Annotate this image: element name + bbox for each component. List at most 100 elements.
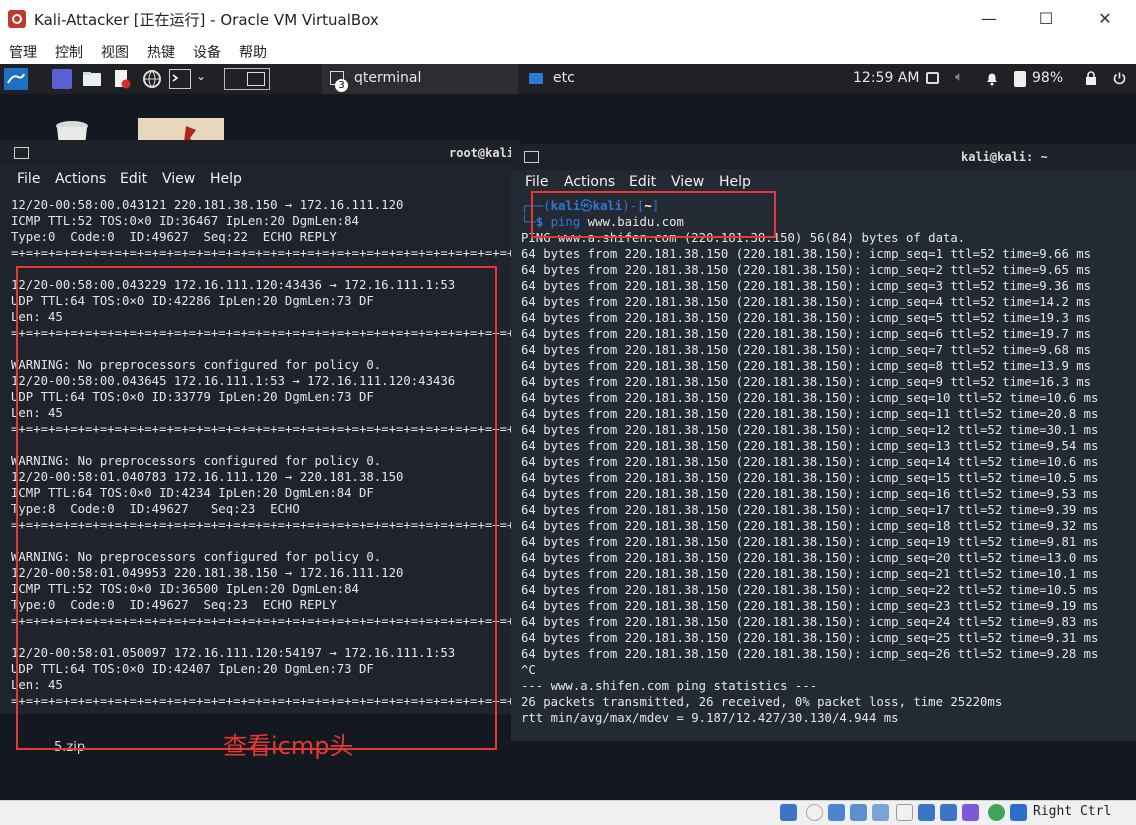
workspace-switcher[interactable] <box>224 68 270 90</box>
browser-icon[interactable] <box>142 69 162 89</box>
battery-percent: 98% <box>1032 70 1064 86</box>
mouse-integration-icon[interactable] <box>1010 804 1027 821</box>
menu-devices[interactable]: 设备 <box>193 42 221 62</box>
power-icon[interactable] <box>1112 71 1127 90</box>
ping-reply: 64 bytes from 220.181.38.150 (220.181.38… <box>521 535 1099 549</box>
kali-menu-icon[interactable] <box>4 68 28 90</box>
shared-folder-icon[interactable] <box>896 804 913 821</box>
minimize-button[interactable]: — <box>966 8 1012 30</box>
recording-icon[interactable] <box>940 804 957 821</box>
menu-manage[interactable]: 管理 <box>9 42 37 62</box>
output-line: ICMP TTL:52 TOS:0×0 ID:36467 IpLen:20 Dg… <box>11 214 359 228</box>
terminal-window-root: root@kali: File Actions Edit View Help 1… <box>0 140 521 750</box>
menu-view[interactable]: 视图 <box>101 42 129 62</box>
stats-rtt: rtt min/avg/max/mdev = 9.187/12.427/30.1… <box>521 711 899 725</box>
menu-edit[interactable]: Edit <box>629 174 656 190</box>
menu-control[interactable]: 控制 <box>55 42 83 62</box>
stats-header: --- www.a.shifen.com ping statistics --- <box>521 679 818 693</box>
terminal-title: kali@kali: ~ <box>961 150 1048 164</box>
usb-icon[interactable] <box>872 804 889 821</box>
network-icon[interactable] <box>850 804 867 821</box>
terminal-icon <box>14 147 29 159</box>
terminal-titlebar: root@kali: <box>0 140 521 166</box>
ping-reply: 64 bytes from 220.181.38.150 (220.181.38… <box>521 407 1099 421</box>
ping-reply: 64 bytes from 220.181.38.150 (220.181.38… <box>521 487 1099 501</box>
close-button[interactable]: ✕ <box>1082 8 1128 30</box>
stats-packets: 26 packets transmitted, 26 received, 0% … <box>521 695 1003 709</box>
menu-help[interactable]: Help <box>719 174 751 190</box>
cpu-icon[interactable] <box>962 804 979 821</box>
menu-help[interactable]: Help <box>210 171 242 187</box>
interrupt-line: ^C <box>521 663 536 677</box>
audio-icon[interactable] <box>828 804 845 821</box>
terminal-icon <box>524 151 539 163</box>
vbox-titlebar: Kali-Attacker [正在运行] - Oracle VM Virtual… <box>0 0 1136 38</box>
output-line: 12/20-00:58:00.043121 220.181.38.150 → 1… <box>11 198 404 212</box>
ping-reply: 64 bytes from 220.181.38.150 (220.181.38… <box>521 439 1099 453</box>
ping-reply: 64 bytes from 220.181.38.150 (220.181.38… <box>521 599 1099 613</box>
ping-reply: 64 bytes from 220.181.38.150 (220.181.38… <box>521 423 1099 437</box>
ping-reply: 64 bytes from 220.181.38.150 (220.181.38… <box>521 279 1092 293</box>
ping-reply: 64 bytes from 220.181.38.150 (220.181.38… <box>521 471 1099 485</box>
window-title: Kali-Attacker [正在运行] - Oracle VM Virtual… <box>34 11 379 29</box>
notification-bell-icon[interactable] <box>985 71 999 90</box>
vbox-statusbar: Right Ctrl <box>0 800 1136 825</box>
text-editor-icon[interactable] <box>112 69 132 89</box>
guest-additions-icon[interactable] <box>988 804 1005 821</box>
ping-reply: 64 bytes from 220.181.38.150 (220.181.38… <box>521 631 1099 645</box>
ping-reply: 64 bytes from 220.181.38.150 (220.181.38… <box>521 311 1092 325</box>
ping-output[interactable]: ┌──(kali㉿kali)-[~] └─$ ping www.baidu.co… <box>521 198 1136 738</box>
ping-reply: 64 bytes from 220.181.38.150 (220.181.38… <box>521 391 1099 405</box>
annotation-text: 查看icmp头 <box>223 732 354 760</box>
ping-reply: 64 bytes from 220.181.38.150 (220.181.38… <box>521 263 1092 277</box>
folder-icon <box>529 73 543 84</box>
taskbar-item-qterminal[interactable]: 3 qterminal <box>322 64 518 94</box>
ping-reply: 64 bytes from 220.181.38.150 (220.181.38… <box>521 247 1092 261</box>
terminal-window-kali: kali@kali: ~ File Actions Edit View Help… <box>511 144 1136 741</box>
display-icon[interactable] <box>918 804 935 821</box>
separator-line: =+=+=+=+=+=+=+=+=+=+=+=+=+=+=+=+=+=+=+=+… <box>11 246 514 260</box>
file-manager-icon[interactable] <box>82 69 102 89</box>
window-count-badge: 3 <box>335 79 348 92</box>
menu-view[interactable]: View <box>671 174 704 190</box>
menu-help[interactable]: 帮助 <box>239 42 267 62</box>
menu-file[interactable]: File <box>525 174 548 190</box>
ping-reply: 64 bytes from 220.181.38.150 (220.181.38… <box>521 503 1099 517</box>
highlight-box <box>16 266 497 750</box>
menu-edit[interactable]: Edit <box>120 171 147 187</box>
output-line: Type:0 Code:0 ID:49627 Seq:22 ECHO REPLY <box>11 230 337 244</box>
terminal-launcher-icon[interactable] <box>169 69 191 89</box>
ping-reply: 64 bytes from 220.181.38.150 (220.181.38… <box>521 295 1092 309</box>
ping-reply: 64 bytes from 220.181.38.150 (220.181.38… <box>521 583 1099 597</box>
ping-reply: 64 bytes from 220.181.38.150 (220.181.38… <box>521 551 1099 565</box>
menu-hotkey[interactable]: 热键 <box>147 42 175 62</box>
maximize-button[interactable]: ☐ <box>1023 8 1069 30</box>
menu-actions[interactable]: Actions <box>564 174 615 190</box>
ping-reply: 64 bytes from 220.181.38.150 (220.181.38… <box>521 359 1092 373</box>
menu-actions[interactable]: Actions <box>55 171 106 187</box>
ping-reply: 64 bytes from 220.181.38.150 (220.181.38… <box>521 375 1092 389</box>
ping-reply: 64 bytes from 220.181.38.150 (220.181.38… <box>521 647 1099 661</box>
menu-file[interactable]: File <box>17 171 40 187</box>
taskbar-item-etc[interactable]: etc <box>524 64 664 94</box>
chevron-down-icon[interactable]: ⌄ <box>196 69 206 83</box>
optical-drive-icon[interactable] <box>806 804 823 821</box>
host-key-label: Right Ctrl <box>1033 804 1112 819</box>
lock-icon[interactable] <box>1085 71 1097 90</box>
menu-view[interactable]: View <box>162 171 195 187</box>
display-icon[interactable] <box>926 72 939 84</box>
ping-reply: 64 bytes from 220.181.38.150 (220.181.38… <box>521 455 1099 469</box>
ping-reply: 64 bytes from 220.181.38.150 (220.181.38… <box>521 519 1099 533</box>
highlight-box <box>531 191 776 238</box>
battery-icon[interactable] <box>1014 71 1026 87</box>
taskbar-label: etc <box>553 70 575 86</box>
window-thumbnail-icon <box>247 72 265 86</box>
virtualbox-logo-icon <box>8 10 26 28</box>
taskbar-label: qterminal <box>354 70 422 86</box>
workspace-icon[interactable] <box>52 69 72 89</box>
clock[interactable]: 12:59 AM <box>853 70 919 86</box>
volume-icon[interactable]: 🔈︎ <box>955 69 963 85</box>
ping-reply: 64 bytes from 220.181.38.150 (220.181.38… <box>521 343 1092 357</box>
kali-top-panel: ⌄ 3 qterminal etc 12:59 AM 🔈︎ 98% <box>0 64 1136 94</box>
harddisk-icon[interactable] <box>780 804 797 821</box>
